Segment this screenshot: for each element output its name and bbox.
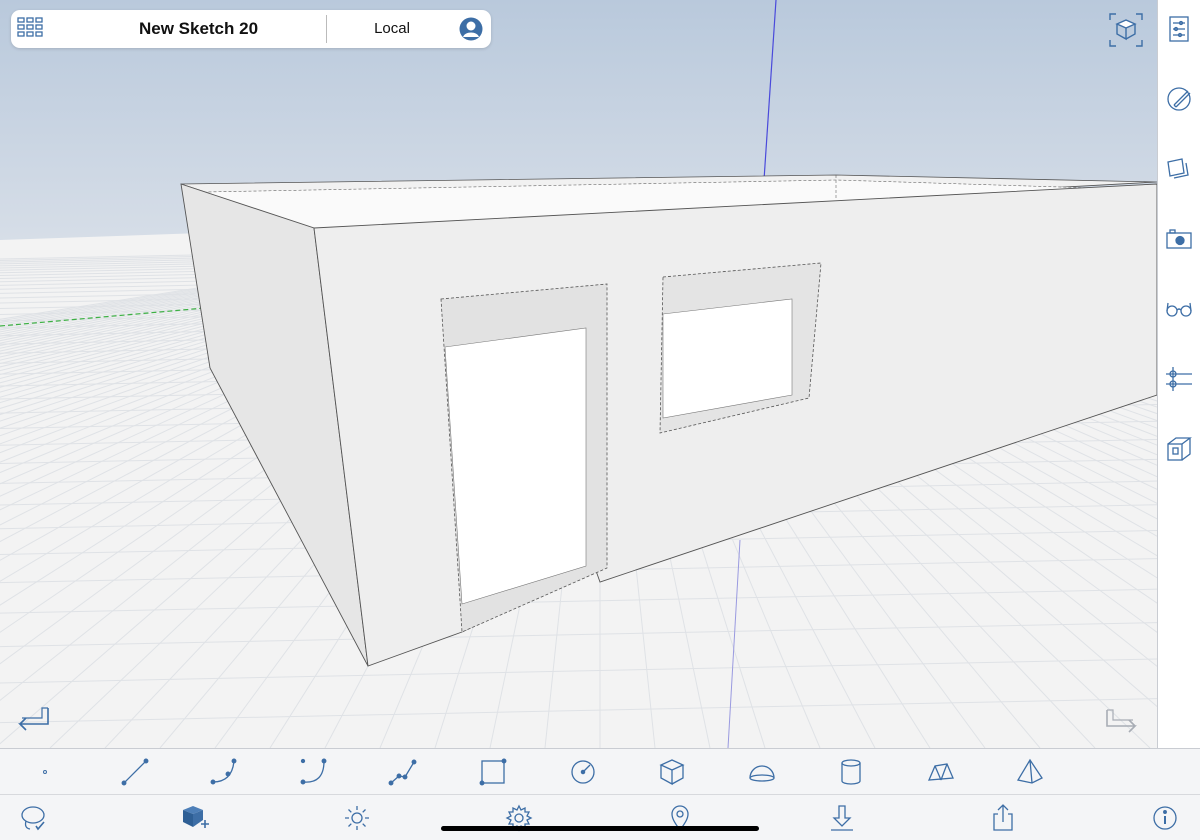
info-icon[interactable] xyxy=(1149,802,1181,834)
paint-materials-icon[interactable] xyxy=(1164,84,1194,114)
document-title[interactable]: New Sketch 20 xyxy=(71,10,326,48)
document-header: New Sketch 20 Local xyxy=(11,10,491,48)
lighting-sun-icon[interactable] xyxy=(341,802,373,834)
3d-scene[interactable] xyxy=(0,0,1157,748)
arc-tool-icon[interactable] xyxy=(208,756,240,788)
circle-tool-icon[interactable] xyxy=(567,756,599,788)
undo-arrow-icon[interactable] xyxy=(8,700,52,736)
3d-viewport[interactable] xyxy=(0,0,1157,748)
dome-tool-icon[interactable] xyxy=(746,756,778,788)
import-download-icon[interactable] xyxy=(826,802,858,834)
layers-icon[interactable] xyxy=(1164,154,1194,184)
redo-arrow-icon[interactable] xyxy=(1103,702,1147,738)
share-export-icon[interactable] xyxy=(987,802,1019,834)
right-sidebar xyxy=(1157,0,1200,748)
curve-tool-icon[interactable] xyxy=(298,756,330,788)
prism-tool-icon[interactable] xyxy=(925,756,957,788)
app-tools-row xyxy=(0,794,1200,840)
view-glasses-icon[interactable] xyxy=(1164,294,1194,324)
add-object-icon[interactable] xyxy=(179,802,211,834)
section-plane-icon[interactable] xyxy=(1164,434,1194,464)
line-tool-icon[interactable] xyxy=(119,756,151,788)
guides-icon[interactable] xyxy=(1164,364,1194,394)
user-account-icon[interactable] xyxy=(459,17,483,41)
select-lasso-icon[interactable] xyxy=(18,802,50,834)
storage-location[interactable]: Local xyxy=(327,10,457,48)
pyramid-tool-icon[interactable] xyxy=(1014,756,1046,788)
grid-menu-icon[interactable] xyxy=(16,15,44,43)
cylinder-tool-icon[interactable] xyxy=(835,756,867,788)
scenes-camera-icon[interactable] xyxy=(1164,224,1194,254)
box-tool-icon[interactable] xyxy=(656,756,688,788)
view-cube-icon[interactable] xyxy=(1108,12,1144,48)
polyline-tool-icon[interactable] xyxy=(387,756,419,788)
object-info-icon[interactable] xyxy=(1164,14,1194,44)
rectangle-tool-icon[interactable] xyxy=(477,756,509,788)
draw-tools-row xyxy=(0,749,1200,794)
home-indicator[interactable] xyxy=(441,826,759,831)
point-tool-icon[interactable] xyxy=(29,756,61,788)
